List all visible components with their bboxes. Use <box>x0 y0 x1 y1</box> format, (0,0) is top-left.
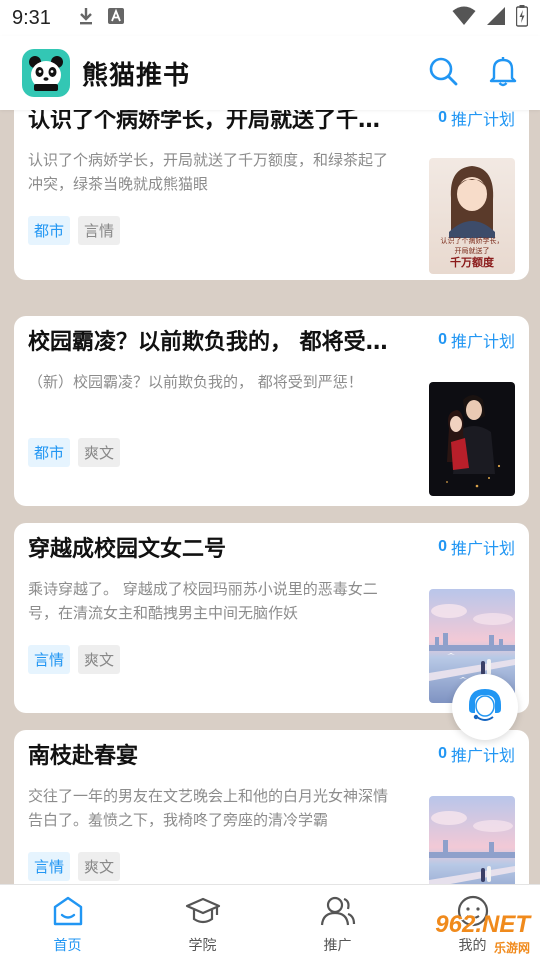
plan-count: 0 <box>438 110 447 126</box>
genre-tag: 爽文 <box>78 438 121 467</box>
plan-count: 0 <box>438 538 447 555</box>
notification-bell-icon[interactable] <box>488 55 518 91</box>
site-watermark: 962.NET 乐游网 <box>400 906 540 960</box>
book-description: 交往了一年的男友在文艺晚会上和他的白月光女神深情告白了。羞愤之下，我椅咚了旁座的… <box>28 787 389 829</box>
customer-service-button[interactable] <box>452 674 518 740</box>
nav-item-academy[interactable]: 学院 <box>135 885 270 960</box>
book-title: 穿越成校园文女二号 <box>28 537 227 562</box>
book-card[interactable]: 南枝赴春宴 0 推广计划 交往了一年的男友在文艺晚会上和他的白月光女神深情告白了… <box>14 730 529 884</box>
plan-count: 0 <box>438 331 447 348</box>
plan-count: 0 <box>438 745 447 762</box>
nav-label: 推广 <box>323 938 352 954</box>
app-title: 熊猫推书 <box>82 60 191 91</box>
genre-tag: 言情 <box>28 852 71 881</box>
book-title: 校园霸凌？以前欺负我的， 都将受到严惩 <box>28 330 400 355</box>
nav-label: 首页 <box>53 938 82 954</box>
customer-service-icon <box>463 683 507 731</box>
plan-label: 推广计划 <box>450 746 515 765</box>
cover-title: 千万额度 <box>450 256 494 269</box>
book-description: 认识了个病娇学长，开局就送了千万额度，和绿茶起了冲突，绿茶当晚就成熊猫眼 <box>28 151 389 193</box>
genre-tag: 都市 <box>28 216 71 245</box>
cover-text: 认识了个病娇学长， <box>440 237 504 245</box>
book-card[interactable]: 校园霸凌？以前欺负我的， 都将受到严惩 0 推广计划 （新）校园霸凌？以前欺负我… <box>14 316 529 506</box>
plan-label: 推广计划 <box>450 110 515 129</box>
tag-list: 都市 爽文 <box>28 438 121 467</box>
app-header: 熊猫推书 <box>0 36 540 110</box>
nav-item-home[interactable]: 首页 <box>0 885 135 960</box>
genre-tag: 爽文 <box>78 645 121 674</box>
book-cover[interactable]: 认识了个病娇学长， 开局就送了 千万额度 <box>429 158 515 274</box>
panda-logo-icon <box>22 49 70 97</box>
book-title: 认识了个病娇学长，开局就送了千万额度 <box>28 110 400 133</box>
tag-list: 言情 爽文 <box>28 852 121 881</box>
genre-tag: 都市 <box>28 438 71 467</box>
signal-icon <box>486 6 506 30</box>
watermark-subtext: 乐游网 <box>493 940 530 955</box>
wifi-icon <box>452 6 476 30</box>
nav-label: 学院 <box>188 938 217 954</box>
genre-tag: 爽文 <box>78 852 121 881</box>
plan-label: 推广计划 <box>450 332 515 351</box>
status-bar: 9:31 <box>0 0 540 36</box>
download-icon <box>77 6 95 30</box>
book-card[interactable]: 认识了个病娇学长，开局就送了千万额度 0 推广计划 认识了个病娇学长，开局就送了… <box>14 110 529 280</box>
users-icon <box>320 895 356 931</box>
promotion-plan-link[interactable]: 0 推广计划 <box>438 742 515 766</box>
status-time: 9:31 <box>12 6 51 29</box>
tag-list: 言情 爽文 <box>28 645 121 674</box>
promotion-plan-link[interactable]: 0 推广计划 <box>438 535 515 559</box>
battery-icon <box>515 5 529 31</box>
watermark-text: 962.NET <box>435 910 530 938</box>
font-app-icon <box>107 7 125 29</box>
nav-item-promotion[interactable]: 推广 <box>270 885 405 960</box>
book-feed[interactable]: 认识了个病娇学长，开局就送了千万额度 0 推广计划 认识了个病娇学长，开局就送了… <box>0 110 540 884</box>
book-card[interactable]: 穿越成校园文女二号 0 推广计划 乘诗穿越了。 穿越成了校园玛丽苏小说里的恶毒女… <box>14 523 529 713</box>
search-icon[interactable] <box>428 56 458 90</box>
book-description: （新）校园霸凌？以前欺负我的， 都将受到严惩！ <box>28 373 363 391</box>
tag-list: 都市 言情 <box>28 216 121 245</box>
graduation-cap-icon <box>185 895 221 931</box>
book-description: 乘诗穿越了。 穿越成了校园玛丽苏小说里的恶毒女二号，在清流女主和酷拽男主中间无脑… <box>28 580 378 622</box>
promotion-plan-link[interactable]: 0 推广计划 <box>438 328 515 352</box>
home-icon <box>51 895 85 931</box>
promotion-plan-link[interactable]: 0 推广计划 <box>438 110 515 130</box>
book-title: 南枝赴春宴 <box>28 744 139 769</box>
cover-text: 开局就送了 <box>454 247 490 255</box>
book-cover[interactable] <box>429 382 515 496</box>
genre-tag: 言情 <box>28 645 71 674</box>
plan-label: 推广计划 <box>450 539 515 558</box>
genre-tag: 言情 <box>78 216 121 245</box>
book-cover[interactable] <box>429 796 515 884</box>
